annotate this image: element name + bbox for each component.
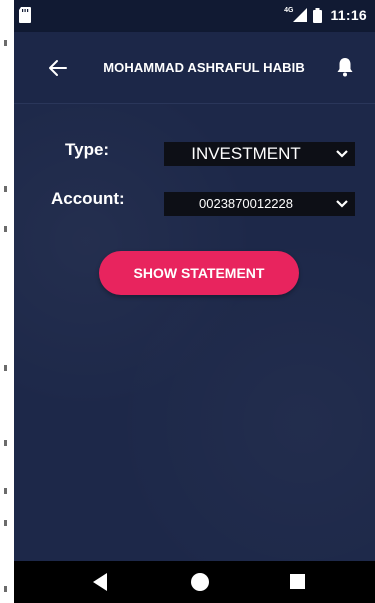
circle-home-icon[interactable]	[191, 573, 209, 591]
chevron-down-icon	[336, 150, 348, 158]
account-select[interactable]: 0023870012228	[164, 192, 355, 216]
battery-icon	[313, 7, 323, 23]
account-select-value: 0023870012228	[199, 196, 293, 211]
bell-icon[interactable]	[333, 55, 357, 79]
edge-mark	[4, 186, 7, 192]
app-bar: MOHAMMAD ASHRAFUL HABIB	[14, 32, 375, 104]
arrow-left-icon[interactable]	[46, 56, 70, 80]
type-select[interactable]: INVESTMENT	[164, 142, 355, 166]
chevron-down-icon	[336, 200, 348, 208]
network-type: 4G	[284, 6, 294, 14]
account-label: Account:	[51, 189, 125, 208]
page-title: MOHAMMAD ASHRAFUL HABIB	[103, 60, 305, 75]
signal-icon	[293, 8, 308, 22]
triangle-back-icon[interactable]	[91, 572, 109, 592]
statement-form: Type: INVESTMENT Account: 0023870012228 …	[14, 104, 375, 561]
edge-mark	[4, 226, 7, 232]
edge-mark	[4, 440, 7, 446]
clock: 11:16	[330, 7, 367, 23]
edge-mark	[4, 520, 7, 526]
system-icons: 4G 11:16	[284, 6, 367, 24]
square-recents-icon[interactable]	[290, 574, 305, 589]
edge-mark	[4, 586, 7, 592]
phone-screen: 4G 11:16 MOHAMMAD ASHRAFUL HABIB Type: I…	[14, 0, 375, 603]
status-bar: 4G 11:16	[14, 0, 375, 32]
left-edge-strip	[0, 0, 14, 603]
sd-card-icon	[19, 7, 31, 23]
edge-mark	[4, 40, 7, 46]
navigation-bar	[14, 561, 375, 603]
type-label: Type:	[65, 140, 110, 159]
type-select-value: INVESTMENT	[191, 144, 301, 163]
show-statement-button[interactable]: SHOW STATEMENT	[99, 251, 299, 295]
edge-mark	[4, 365, 7, 371]
edge-mark	[4, 488, 7, 494]
